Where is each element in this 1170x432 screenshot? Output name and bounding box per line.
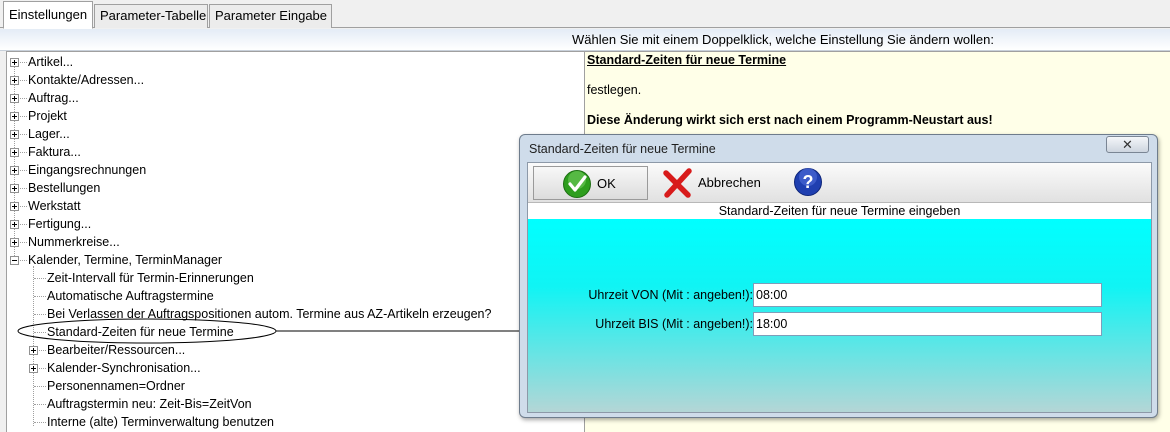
to-time-input[interactable] bbox=[753, 312, 1102, 336]
ok-button[interactable]: OK bbox=[533, 166, 648, 200]
dialog-toolbar: OK Abbrechen ? bbox=[528, 163, 1151, 203]
settings-tree[interactable]: Artikel... Kontakte/Adressen... Auftrag.… bbox=[6, 51, 585, 432]
cancel-button[interactable]: Abbrechen bbox=[662, 166, 772, 200]
collapse-minus-icon[interactable] bbox=[10, 256, 19, 265]
dialog-title: Standard-Zeiten für neue Termine bbox=[529, 142, 716, 156]
question-mark-icon: ? bbox=[794, 168, 822, 196]
close-button[interactable]: ✕ bbox=[1106, 136, 1149, 153]
help-button[interactable]: ? bbox=[793, 166, 825, 200]
instruction-bar: Wählen Sie mit einem Doppelklick, welche… bbox=[0, 29, 1170, 51]
standard-zeiten-dialog: Standard-Zeiten für neue Termine ✕ OK Ab… bbox=[519, 134, 1158, 418]
tab-bar: Einstellungen Parameter-Tabelle Paramete… bbox=[0, 0, 1170, 29]
expand-plus-icon[interactable] bbox=[10, 238, 19, 247]
tab-parameter-tabelle[interactable]: Parameter-Tabelle bbox=[94, 4, 208, 28]
info-title: Standard-Zeiten für neue Termine bbox=[587, 53, 787, 67]
expand-plus-icon[interactable] bbox=[10, 202, 19, 211]
expand-plus-icon[interactable] bbox=[10, 184, 19, 193]
svg-text:?: ? bbox=[803, 172, 814, 192]
expand-plus-icon[interactable] bbox=[29, 346, 38, 355]
from-time-input[interactable] bbox=[753, 283, 1102, 307]
time-form: Uhrzeit VON (Mit : angeben!): Uhrzeit BI… bbox=[528, 219, 1151, 412]
ok-label: OK bbox=[597, 176, 616, 191]
expand-plus-icon[interactable] bbox=[10, 58, 19, 67]
info-text: festlegen. bbox=[587, 83, 642, 97]
cancel-label: Abbrechen bbox=[698, 175, 761, 190]
from-time-label: Uhrzeit VON (Mit : angeben!): bbox=[588, 288, 753, 302]
to-time-label: Uhrzeit BIS (Mit : angeben!): bbox=[595, 317, 753, 331]
tab-parameter-eingabe[interactable]: Parameter Eingabe bbox=[209, 4, 332, 28]
expand-plus-icon[interactable] bbox=[10, 166, 19, 175]
expand-plus-icon[interactable] bbox=[10, 76, 19, 85]
expand-plus-icon[interactable] bbox=[10, 130, 19, 139]
red-x-icon bbox=[663, 168, 692, 198]
dialog-body: OK Abbrechen ? Standard-Zeiten für neue … bbox=[527, 162, 1152, 413]
expand-plus-icon[interactable] bbox=[10, 148, 19, 157]
dialog-subtitle: Standard-Zeiten für neue Termine eingebe… bbox=[528, 203, 1151, 219]
info-warning: Diese Änderung wirkt sich erst nach eine… bbox=[587, 113, 993, 127]
tab-einstellungen[interactable]: Einstellungen bbox=[3, 1, 93, 29]
instruction-text: Wählen Sie mit einem Doppelklick, welche… bbox=[572, 32, 994, 47]
close-icon: ✕ bbox=[1122, 137, 1133, 152]
expand-plus-icon[interactable] bbox=[10, 112, 19, 121]
checkmark-icon bbox=[563, 170, 591, 198]
expand-plus-icon[interactable] bbox=[29, 364, 38, 373]
expand-plus-icon[interactable] bbox=[10, 94, 19, 103]
expand-plus-icon[interactable] bbox=[10, 220, 19, 229]
